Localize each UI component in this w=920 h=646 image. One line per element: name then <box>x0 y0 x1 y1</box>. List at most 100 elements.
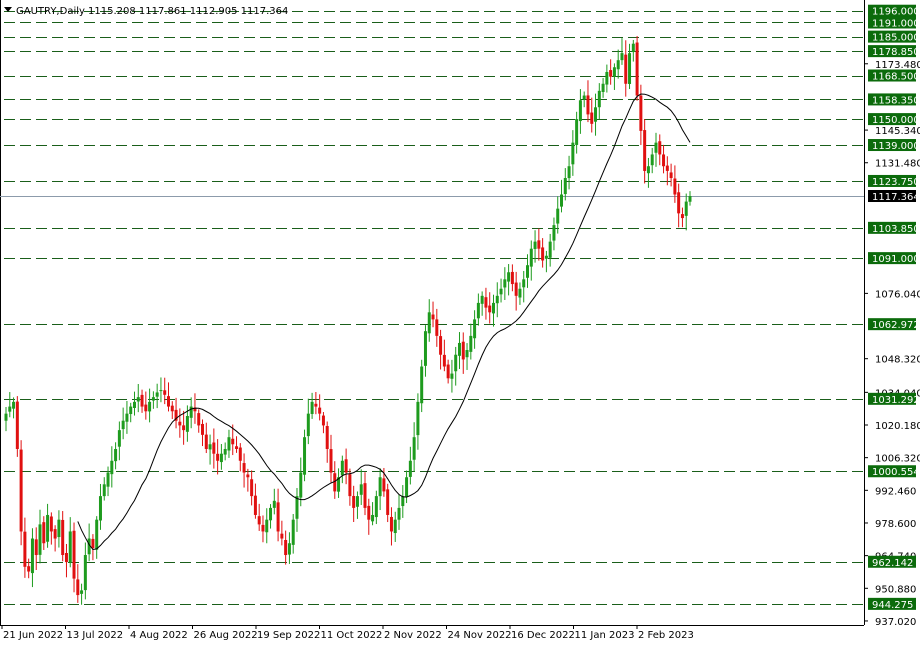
candle-body <box>352 495 356 508</box>
level-tag-text: 1196.000 <box>872 7 920 18</box>
candle-body <box>64 553 68 563</box>
candle-body <box>299 472 303 498</box>
price-tick-label: 1145.340 <box>875 126 920 137</box>
candle-body <box>265 519 269 533</box>
candle-body <box>548 241 552 258</box>
candle-body <box>151 397 155 401</box>
candle-body <box>235 446 239 449</box>
candle-body <box>416 401 420 436</box>
candle-body <box>359 484 363 495</box>
candle-body <box>261 524 265 532</box>
candle-body <box>182 425 186 431</box>
candle-body <box>514 282 518 296</box>
candle-body <box>102 484 106 497</box>
candle-body <box>605 71 609 85</box>
date-tick-label: 16 Dec 2022 <box>511 630 575 641</box>
candle-body <box>560 194 564 207</box>
level-tag-text: 1091.000 <box>872 254 920 265</box>
current-price-tag-text: 1117.364 <box>872 192 920 203</box>
candle-body <box>238 447 242 461</box>
candle-body <box>446 364 450 379</box>
candle-body <box>427 312 431 334</box>
candle-body <box>578 100 582 122</box>
candle-body <box>185 416 189 432</box>
candle-body <box>586 95 590 115</box>
candle-body <box>465 350 469 358</box>
candle <box>19 440 23 546</box>
date-tick-label: 2 Feb 2023 <box>638 630 694 641</box>
price-tick-label: 937.020 <box>875 617 916 628</box>
level-tag-text: 1158.350 <box>872 95 920 106</box>
candle-body <box>491 302 495 314</box>
candle-body <box>423 331 427 366</box>
candle-body <box>250 479 254 497</box>
level-tag-text: 1191.000 <box>872 18 920 29</box>
candle-body <box>269 507 273 521</box>
candle-body <box>507 272 511 282</box>
candle-body <box>371 514 375 522</box>
candle-body <box>38 524 42 555</box>
candle-body <box>544 255 548 259</box>
candle-body <box>15 401 19 449</box>
level-tag: 1000.554 <box>868 465 920 478</box>
level-tag-text: 962.142 <box>872 558 913 569</box>
candle-body <box>178 421 182 426</box>
level-tag: 1168.500 <box>868 69 920 83</box>
chart-header: GAUTRY,Daily 1115.208 1117.861 1112.905 … <box>4 6 288 17</box>
price-tick-label: 1173.480 <box>875 60 920 71</box>
candle-body <box>49 516 53 532</box>
candle-body <box>680 214 684 219</box>
price-tick-label: 1048.320 <box>875 355 920 366</box>
candle-body <box>571 142 575 165</box>
level-tag: 1191.000 <box>868 16 920 29</box>
level-tag: 1158.350 <box>868 93 920 106</box>
candle-body <box>306 413 310 437</box>
candle-body <box>257 516 261 525</box>
candle-body <box>650 154 654 166</box>
candle-body <box>624 54 628 84</box>
level-tag-text: 1062.972 <box>872 320 920 331</box>
level-tag-text: 1031.292 <box>872 395 920 406</box>
candle-body <box>473 319 477 339</box>
chart-canvas: 1173.480 1145.340 1131.480 1076.040 1048.320… <box>0 0 920 646</box>
candle-body <box>609 70 613 77</box>
candle-body <box>272 500 276 508</box>
candle-body <box>46 514 50 542</box>
price-tick-label: 1076.040 <box>875 289 920 300</box>
candle-body <box>563 178 567 195</box>
candle-body <box>518 288 522 298</box>
candle-body <box>480 295 484 304</box>
candle-body <box>386 489 390 515</box>
level-tag-text: 1000.554 <box>872 467 920 478</box>
candle-body <box>95 519 99 550</box>
candle-body <box>646 166 650 174</box>
candle-body <box>140 394 144 407</box>
candle-body <box>242 463 246 473</box>
candle <box>635 36 639 101</box>
level-tag-text: 1185.000 <box>872 33 920 44</box>
candle-body <box>321 415 325 426</box>
candle-body <box>461 341 465 360</box>
candle-body <box>231 438 235 445</box>
candle-body <box>276 502 280 532</box>
candle-body <box>688 196 692 202</box>
date-tick-label: 2 Nov 2022 <box>384 630 442 641</box>
candle-body <box>114 448 118 462</box>
candle-body <box>125 413 129 422</box>
level-tag: 944.275 <box>868 597 916 611</box>
candle <box>303 429 307 482</box>
level-tag-text: 944.275 <box>872 600 913 611</box>
level-tag: 1185.000 <box>868 30 920 44</box>
candle-body <box>12 401 16 409</box>
candle-body <box>389 516 393 532</box>
date-tick-label: 4 Aug 2022 <box>130 630 188 641</box>
candle-body <box>129 406 133 415</box>
candle-body <box>204 434 208 449</box>
level-tag: 1123.750 <box>868 174 920 188</box>
candle-body <box>541 247 545 261</box>
level-tag-text: 1123.750 <box>872 177 920 188</box>
candle-body <box>582 95 586 100</box>
candle-body <box>57 519 61 538</box>
candle-body <box>616 60 620 70</box>
candle-body <box>628 53 632 84</box>
